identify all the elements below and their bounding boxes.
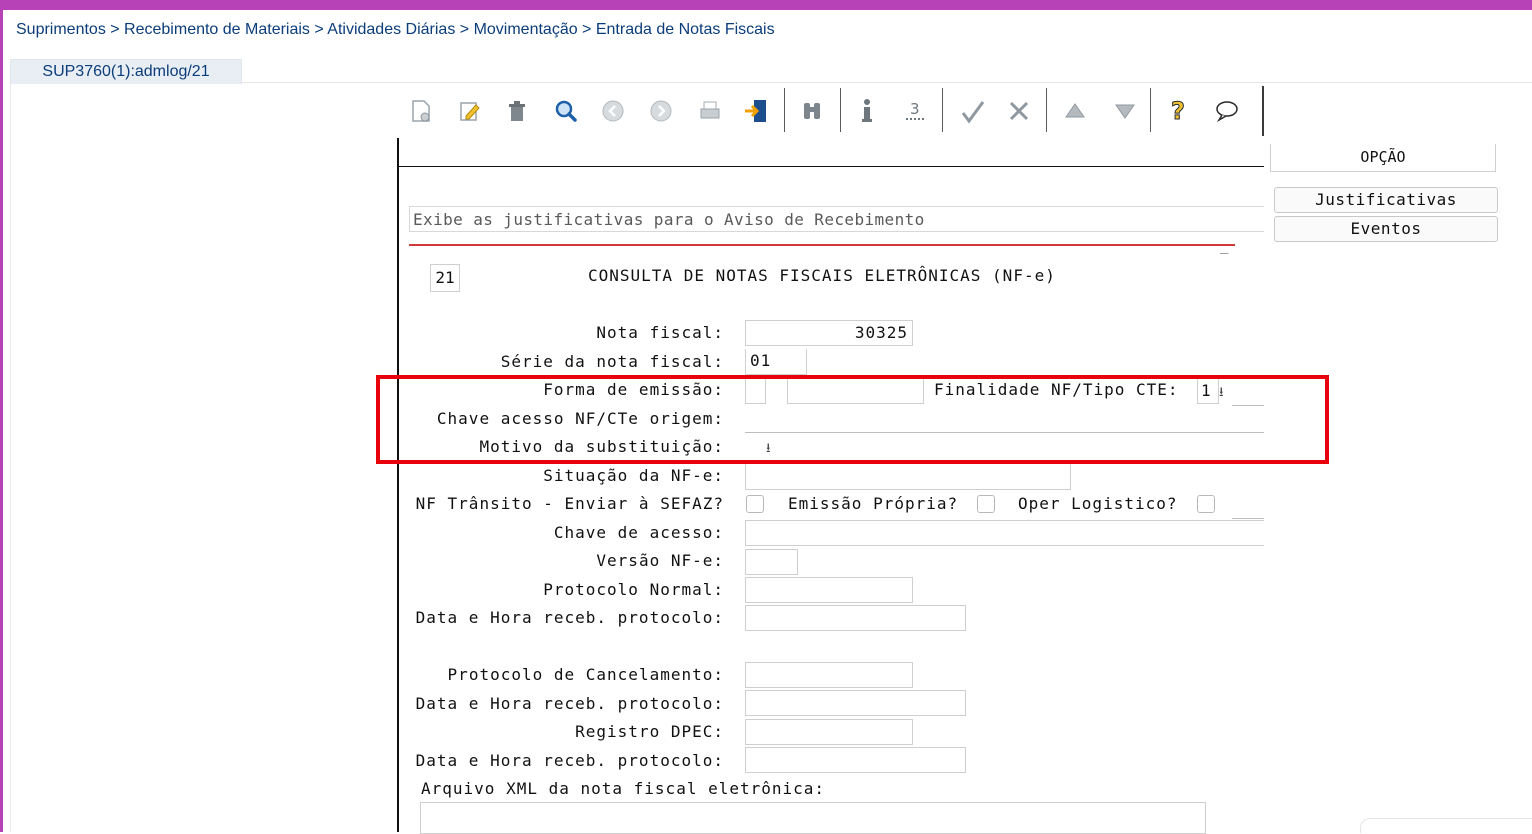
serie-label: Série da nota fiscal:	[500, 352, 724, 371]
left-accent-bar	[0, 10, 3, 832]
highlight-box	[376, 375, 1329, 464]
help-icon[interactable]: ?	[1162, 94, 1196, 128]
toolbar-divider	[1046, 88, 1047, 132]
registro-dpec-label: Registro DPEC:	[575, 722, 724, 741]
delete-icon[interactable]	[500, 94, 534, 128]
data-hora-1-field[interactable]	[745, 605, 966, 631]
field-underline	[1232, 518, 1264, 519]
eventos-button[interactable]: Eventos	[1274, 216, 1498, 242]
status-message: Exibe as justificativas para o Aviso de …	[409, 206, 1264, 232]
breadcrumb[interactable]: Suprimentos > Recebimento de Materiais >…	[16, 21, 775, 39]
cursor-mark: _	[1220, 238, 1229, 254]
zoom-icon[interactable]: 3	[898, 94, 932, 128]
screen-number: 21	[430, 264, 460, 292]
toolbar-divider	[1150, 88, 1151, 132]
protocolo-cancel-label: Protocolo de Cancelamento:	[447, 665, 724, 684]
data-hora-2-label: Data e Hora receb. protocolo:	[415, 694, 724, 713]
bottom-right-panel-edge	[1360, 818, 1532, 833]
chave-acesso-field[interactable]	[745, 520, 1264, 546]
transito-label: NF Trânsito - Enviar à SEFAZ?	[415, 494, 724, 513]
toolbar-divider	[840, 88, 841, 132]
content-left-border	[10, 83, 11, 832]
frame-left-rule	[397, 138, 399, 832]
top-accent-bar	[0, 0, 1532, 10]
info-icon[interactable]	[850, 94, 884, 128]
data-hora-3-label: Data e Hora receb. protocolo:	[415, 751, 724, 770]
next-icon[interactable]	[644, 94, 678, 128]
exit-icon[interactable]	[739, 94, 773, 128]
edit-icon[interactable]	[453, 94, 487, 128]
message-underline	[409, 244, 1235, 246]
emissao-propria-label: Emissão Própria?	[788, 494, 959, 513]
protocolo-cancel-field[interactable]	[745, 662, 913, 688]
nota-fiscal-field[interactable]: 30325	[745, 320, 913, 346]
chat-icon[interactable]	[1210, 94, 1244, 128]
arquivo-xml-field[interactable]	[420, 802, 1206, 834]
arquivo-xml-label: Arquivo XML da nota fiscal eletrônica:	[421, 779, 826, 798]
nota-fiscal-label: Nota fiscal:	[596, 323, 724, 342]
find-icon[interactable]	[549, 94, 583, 128]
new-icon[interactable]	[404, 94, 438, 128]
toolbar: 3 ?	[398, 86, 1264, 136]
serie-field[interactable]: 01	[745, 349, 807, 375]
up-icon[interactable]	[1058, 94, 1092, 128]
justificativas-button[interactable]: Justificativas	[1274, 187, 1498, 213]
tab-program[interactable]: SUP3760(1):admlog/21	[10, 59, 242, 84]
versao-field[interactable]	[745, 549, 798, 575]
registro-dpec-field[interactable]	[745, 719, 913, 745]
situacao-field[interactable]	[745, 464, 1071, 490]
toolbar-divider	[784, 88, 785, 132]
situacao-label: Situação da NF-e:	[543, 466, 724, 485]
transito-checkbox[interactable]	[746, 495, 764, 513]
option-header: OPÇÃO	[1270, 144, 1496, 172]
versao-label: Versão NF-e:	[596, 551, 724, 570]
data-hora-3-field[interactable]	[745, 747, 966, 773]
binoculars-icon[interactable]	[795, 94, 829, 128]
emissao-propria-checkbox[interactable]	[977, 495, 995, 513]
protocolo-normal-label: Protocolo Normal:	[543, 580, 724, 599]
cancel-icon[interactable]	[1002, 94, 1036, 128]
print-icon[interactable]	[693, 94, 727, 128]
data-hora-1-label: Data e Hora receb. protocolo:	[415, 608, 724, 627]
protocolo-normal-field[interactable]	[745, 577, 913, 603]
frame-top-rule	[397, 166, 1264, 167]
screen-title: CONSULTA DE NOTAS FISCAIS ELETRÔNICAS (N…	[588, 266, 1056, 285]
down-icon[interactable]	[1108, 94, 1142, 128]
chave-acesso-label: Chave de acesso:	[553, 523, 724, 542]
toolbar-divider	[942, 88, 943, 132]
svg-text:3: 3	[910, 100, 920, 118]
oper-logistico-checkbox[interactable]	[1197, 495, 1215, 513]
confirm-icon[interactable]	[956, 94, 990, 128]
oper-logistico-label: Oper Logistico?	[1018, 494, 1178, 513]
data-hora-2-field[interactable]	[745, 690, 966, 716]
previous-icon[interactable]	[596, 94, 630, 128]
svg-text:?: ?	[1171, 97, 1185, 125]
